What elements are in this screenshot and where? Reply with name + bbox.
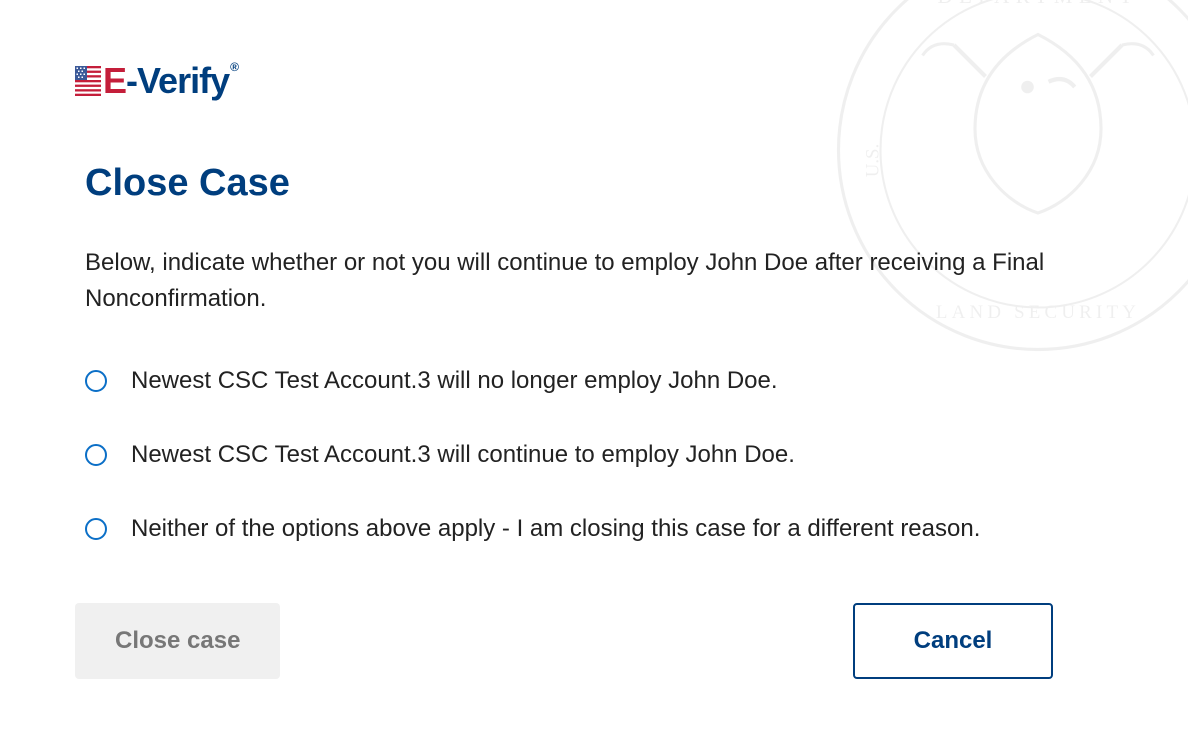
close-case-button[interactable]: Close case — [75, 603, 280, 679]
button-row: Close case Cancel — [75, 603, 1113, 679]
radio-label: Neither of the options above apply - I a… — [131, 515, 980, 543]
radio-icon — [85, 370, 107, 392]
radio-label: Newest CSC Test Account.3 will continue … — [131, 441, 795, 469]
radio-option-no-longer-employ[interactable]: Newest CSC Test Account.3 will no longer… — [85, 367, 1113, 395]
logo-text: E-Verify® — [103, 60, 238, 102]
instruction-text: Below, indicate whether or not you will … — [85, 245, 1065, 317]
radio-label: Newest CSC Test Account.3 will no longer… — [131, 367, 778, 395]
radio-icon — [85, 518, 107, 540]
radio-option-neither[interactable]: Neither of the options above apply - I a… — [85, 515, 1113, 543]
everify-logo: E-Verify® — [75, 60, 1113, 102]
radio-icon — [85, 444, 107, 466]
cancel-button[interactable]: Cancel — [853, 603, 1053, 679]
radio-option-continue-employ[interactable]: Newest CSC Test Account.3 will continue … — [85, 441, 1113, 469]
radio-group: Newest CSC Test Account.3 will no longer… — [85, 367, 1113, 543]
page-title: Close Case — [85, 162, 1113, 205]
flag-icon — [75, 66, 101, 96]
main-container: E-Verify® Close Case Below, indicate whe… — [0, 0, 1188, 739]
